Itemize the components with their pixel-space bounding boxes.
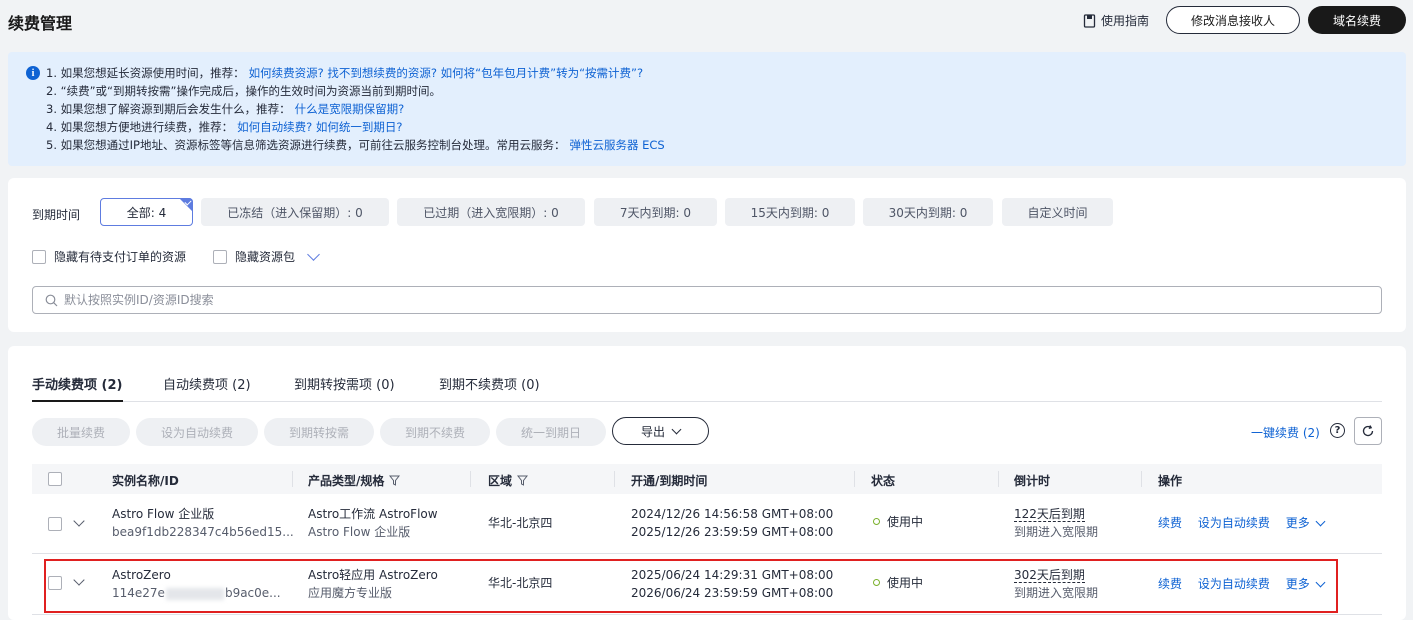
expire-time-label: 到期时间 bbox=[32, 208, 81, 222]
chevron-down-icon bbox=[1315, 516, 1326, 527]
actions-cell: 续费 设为自动续费 更多 bbox=[1158, 514, 1326, 532]
modify-receiver-button[interactable]: 修改消息接收人 bbox=[1166, 6, 1300, 34]
notice-line-3: 3. 如果您想了解资源到期后会发生什么，推荐： 什么是宽限期保留期? bbox=[46, 102, 405, 116]
notice-link-5[interactable]: 弹性云服务器 ECS bbox=[569, 138, 664, 152]
filter-icon[interactable] bbox=[389, 475, 401, 486]
countdown-text[interactable]: 122天后到期 bbox=[1014, 507, 1085, 522]
chip-7-days[interactable]: 7天内到期: 0 bbox=[594, 198, 717, 226]
hide-package-checkbox-row[interactable]: 隐藏资源包 bbox=[213, 248, 320, 265]
product-spec: Astro Flow 企业版 bbox=[308, 525, 411, 539]
col-time: 开通/到期时间 bbox=[631, 474, 708, 488]
batch-renew-button[interactable]: 批量续费 bbox=[32, 418, 130, 446]
refresh-icon bbox=[1362, 425, 1374, 437]
select-all-checkbox[interactable] bbox=[48, 472, 62, 486]
renew-all-link[interactable]: 一键续费 (2) bbox=[1251, 424, 1320, 441]
status-ok-icon bbox=[873, 518, 880, 525]
more-link[interactable]: 更多 bbox=[1286, 516, 1326, 530]
refresh-button[interactable] bbox=[1354, 417, 1382, 445]
col-separator bbox=[1141, 471, 1142, 487]
search-box[interactable] bbox=[32, 286, 1382, 314]
tab-manual-renew[interactable]: 手动续费项 (2) bbox=[32, 374, 122, 393]
expire-time: 2025/12/26 23:59:59 GMT+08:00 bbox=[631, 525, 834, 539]
col-separator bbox=[998, 471, 999, 487]
table-header: 实例名称/ID 产品类型/规格 区域 开通/到期时间 状态 倒计时 操作 bbox=[32, 464, 1382, 494]
set-auto-renew-button[interactable]: 设为自动续费 bbox=[136, 418, 258, 446]
selected-check-icon bbox=[179, 198, 193, 212]
document-icon bbox=[1083, 13, 1096, 28]
search-input[interactable] bbox=[64, 293, 1364, 307]
row-checkbox[interactable] bbox=[48, 517, 62, 531]
help-icon[interactable]: ? bbox=[1330, 423, 1345, 438]
countdown-cell: 122天后到期 到期进入宽限期 bbox=[1014, 505, 1098, 541]
notice-line-2: 2. “续费”或“到期转按需”操作完成后，操作的生效时间为资源当前到期时间。 bbox=[46, 84, 441, 98]
notice-link-3[interactable]: 什么是宽限期保留期? bbox=[295, 102, 405, 116]
tab-to-ondemand[interactable]: 到期转按需项 (0) bbox=[294, 374, 395, 393]
table-row: Astro Flow 企业版 bea9f1db228347c4b56ed15..… bbox=[32, 493, 1382, 554]
export-label: 导出 bbox=[640, 424, 665, 439]
notice-link-4[interactable]: 如何自动续费? 如何统一到期日? bbox=[237, 120, 402, 134]
unify-date-button[interactable]: 统一到期日 bbox=[496, 418, 606, 446]
export-button[interactable]: 导出 bbox=[612, 417, 709, 445]
notice-line-4: 4. 如果您想方便地进行续费，推荐： 如何自动续费? 如何统一到期日? bbox=[46, 120, 403, 134]
col-product[interactable]: 产品类型/规格 bbox=[308, 472, 401, 489]
chevron-down-icon[interactable] bbox=[307, 248, 320, 261]
to-ondemand-button[interactable]: 到期转按需 bbox=[264, 418, 374, 446]
col-status: 状态 bbox=[871, 474, 896, 488]
set-auto-renew-link[interactable]: 设为自动续费 bbox=[1198, 516, 1270, 530]
top-bar: 续费管理 使用指南 修改消息接收人 域名续费 bbox=[0, 0, 1413, 42]
guide-label: 使用指南 bbox=[1101, 14, 1150, 28]
active-tab-indicator bbox=[32, 400, 123, 402]
instance-id: bea9f1db228347c4b56ed15... bbox=[112, 525, 294, 539]
col-region[interactable]: 区域 bbox=[488, 472, 529, 489]
hide-pending-checkbox-row[interactable]: 隐藏有待支付订单的资源 bbox=[32, 248, 186, 265]
col-separator bbox=[470, 471, 471, 487]
chip-all[interactable]: 全部: 4 bbox=[100, 198, 193, 226]
product-cell: Astro工作流 AstroFlow Astro Flow 企业版 bbox=[308, 505, 438, 541]
filter-icon[interactable] bbox=[517, 475, 529, 486]
notice-link-1[interactable]: 如何续费资源? 找不到想续费的资源? 如何将“包年包月计费”转为“按需计费”? bbox=[249, 66, 643, 80]
col-separator bbox=[292, 471, 293, 487]
page-title: 续费管理 bbox=[8, 14, 73, 33]
col-actions: 操作 bbox=[1158, 474, 1183, 488]
chip-30-days[interactable]: 30天内到期: 0 bbox=[863, 198, 993, 226]
hide-pending-checkbox[interactable] bbox=[32, 249, 46, 264]
filter-card: 到期时间 全部: 4 已冻结（进入保留期）: 0 已过期（进入宽限期）: 0 7… bbox=[8, 178, 1406, 332]
col-separator bbox=[854, 471, 855, 487]
status-cell: 使用中 bbox=[873, 513, 923, 531]
hide-pending-label: 隐藏有待支付订单的资源 bbox=[54, 250, 187, 264]
instance-name: Astro Flow 企业版 bbox=[112, 507, 215, 521]
col-countdown: 倒计时 bbox=[1014, 474, 1051, 488]
tab-no-renew[interactable]: 到期不续费项 (0) bbox=[439, 374, 540, 393]
notice-line-5: 5. 如果您想通过IP地址、资源标签等信息筛选资源进行续费，可前往云服务控制台处… bbox=[46, 138, 665, 152]
product-type: Astro工作流 AstroFlow bbox=[308, 507, 438, 521]
time-cell: 2024/12/26 14:56:58 GMT+08:00 2025/12/26… bbox=[631, 505, 833, 541]
highlight-box bbox=[44, 559, 1338, 613]
tabs-divider bbox=[32, 401, 1382, 402]
chip-expired[interactable]: 已过期（进入宽限期）: 0 bbox=[397, 198, 585, 226]
open-time: 2024/12/26 14:56:58 GMT+08:00 bbox=[631, 507, 834, 521]
tab-auto-renew[interactable]: 自动续费项 (2) bbox=[163, 374, 251, 393]
no-renew-button[interactable]: 到期不续费 bbox=[380, 418, 490, 446]
hide-package-checkbox[interactable] bbox=[213, 249, 227, 264]
chip-15-days[interactable]: 15天内到期: 0 bbox=[725, 198, 855, 226]
hide-package-label: 隐藏资源包 bbox=[235, 250, 296, 264]
chevron-down-icon bbox=[671, 424, 682, 434]
notice-panel: i 1. 如果您想延长资源使用时间，推荐： 如何续费资源? 找不到想续费的资源? … bbox=[8, 52, 1406, 166]
instance-cell: Astro Flow 企业版 bea9f1db228347c4b56ed15..… bbox=[112, 505, 294, 541]
renew-all-count: (2) bbox=[1302, 426, 1320, 440]
region: 华北-北京四 bbox=[488, 516, 553, 530]
search-icon bbox=[45, 294, 58, 306]
guide-link[interactable]: 使用指南 bbox=[1083, 12, 1149, 29]
expand-row-icon[interactable] bbox=[73, 515, 85, 527]
col-instance: 实例名称/ID bbox=[112, 474, 179, 488]
info-icon: i bbox=[26, 66, 40, 80]
status-text: 使用中 bbox=[887, 515, 924, 529]
col-separator bbox=[614, 471, 615, 487]
chip-frozen[interactable]: 已冻结（进入保留期）: 0 bbox=[201, 198, 389, 226]
chip-custom-time[interactable]: 自定义时间 bbox=[1002, 198, 1113, 226]
domain-renew-button[interactable]: 域名续费 bbox=[1308, 6, 1406, 34]
renew-link[interactable]: 续费 bbox=[1158, 516, 1182, 530]
countdown-sub: 到期进入宽限期 bbox=[1014, 525, 1099, 539]
notice-line-1: 1. 如果您想延长资源使用时间，推荐： 如何续费资源? 找不到想续费的资源? 如何… bbox=[46, 66, 644, 80]
